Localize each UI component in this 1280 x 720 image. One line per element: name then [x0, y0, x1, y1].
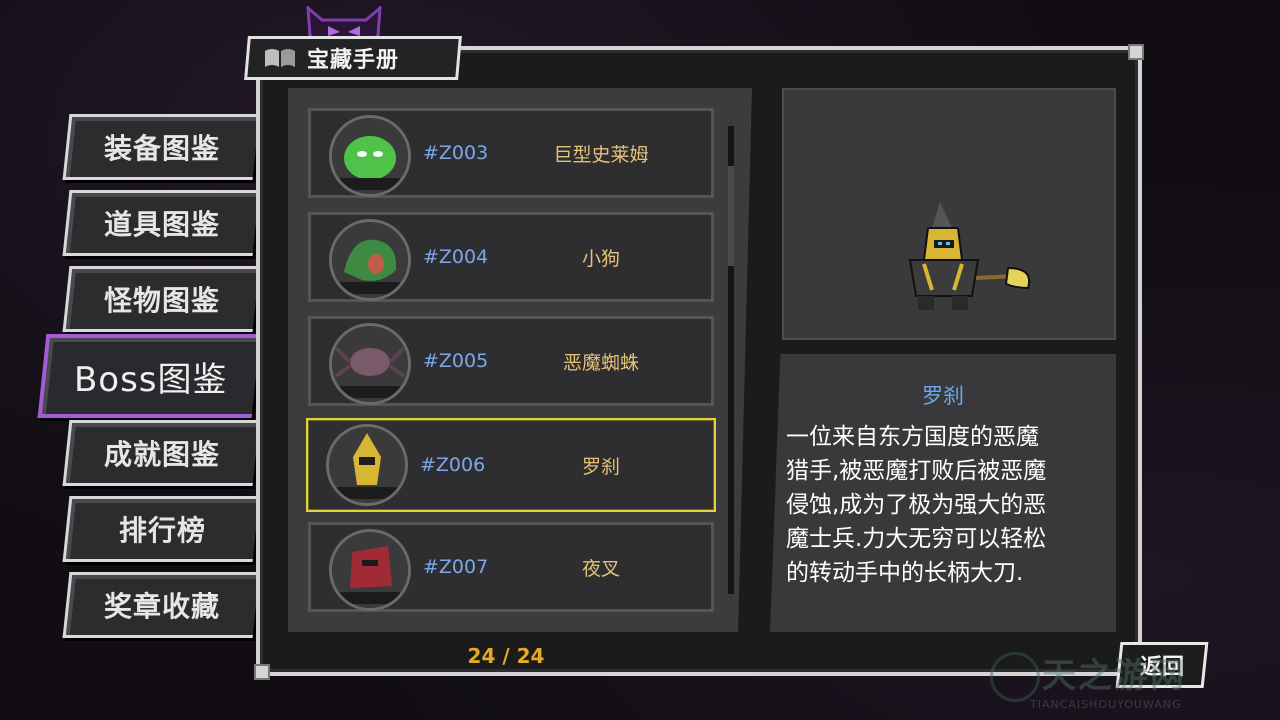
- boss-preview-box: [782, 88, 1116, 340]
- title-tab: 宝藏手册: [244, 36, 462, 80]
- frame-corner: [254, 664, 270, 680]
- yaksha-portrait-icon: [332, 532, 408, 608]
- boss-code: #Z003: [423, 142, 489, 164]
- boss-code: #Z006: [420, 454, 486, 476]
- boss-list-item[interactable]: #Z005 恶魔蜘蛛: [308, 316, 714, 406]
- menu-label: 装备图鉴: [104, 132, 221, 165]
- demon-spider-portrait-icon: [332, 326, 408, 402]
- menu-label: 成就图鉴: [104, 438, 221, 471]
- boss-code: #Z004: [423, 246, 489, 268]
- rakshasa-sprite-icon: [908, 202, 1030, 310]
- boss-slime-portrait-icon: [332, 118, 408, 194]
- list-scrollbar-thumb[interactable]: [728, 166, 734, 266]
- boss-portrait: [329, 323, 411, 405]
- boss-name: 夜叉: [581, 557, 620, 580]
- menu-achievement-codex[interactable]: 成就图鉴: [62, 420, 260, 486]
- menu-leaderboard[interactable]: 排行榜: [62, 496, 260, 562]
- boss-portrait: [329, 115, 411, 197]
- menu-boss-codex[interactable]: Boss图鉴: [37, 334, 261, 418]
- menu-label: 怪物图鉴: [104, 284, 221, 317]
- boss-portrait: [326, 424, 408, 506]
- menu-label: 奖章收藏: [104, 590, 221, 623]
- boss-name: 罗刹: [581, 455, 620, 478]
- boss-detail-description: 一位来自东方国度的恶魔 猎手,被恶魔打败后被恶魔 侵蚀,成为了极为强大的恶 魔士…: [786, 424, 1047, 586]
- menu-monster-codex[interactable]: 怪物图鉴: [62, 266, 260, 332]
- frame-corner: [1128, 44, 1144, 60]
- menu-label: 道具图鉴: [104, 208, 221, 241]
- menu-equipment-codex[interactable]: 装备图鉴: [62, 114, 260, 180]
- menu-label: 排行榜: [118, 514, 206, 547]
- boss-code: #Z005: [423, 350, 489, 372]
- menu-item-codex[interactable]: 道具图鉴: [62, 190, 260, 256]
- back-button[interactable]: 返回: [1115, 642, 1209, 688]
- boss-name: 小狗: [581, 247, 620, 270]
- menu-medal-collection[interactable]: 奖章收藏: [62, 572, 260, 638]
- rakshasa-portrait-icon: [329, 427, 405, 503]
- boss-list-item[interactable]: #Z007 夜叉: [308, 522, 714, 612]
- boss-detail-name: 罗刹: [922, 384, 964, 408]
- boss-portrait: [329, 529, 411, 611]
- boss-portrait: [329, 219, 411, 301]
- watermark-subtext: TIANCAISHOUYOUWANG: [1030, 698, 1182, 711]
- boss-name: 恶魔蜘蛛: [562, 351, 639, 374]
- boss-list-item[interactable]: #Z003 巨型史莱姆: [308, 108, 714, 198]
- boss-name: 巨型史莱姆: [553, 143, 649, 166]
- page-counter: 24 / 24: [467, 644, 545, 668]
- back-button-label: 返回: [1139, 655, 1184, 680]
- the-puppy-portrait-icon: [332, 222, 408, 298]
- boss-list-item-selected[interactable]: #Z006 罗刹: [306, 418, 716, 512]
- boss-list-item[interactable]: #Z004 小狗: [308, 212, 714, 302]
- menu-label: Boss图鉴: [74, 359, 228, 400]
- book-icon: [265, 49, 295, 67]
- page-title: 宝藏手册: [307, 48, 400, 73]
- boss-code: #Z007: [423, 556, 489, 578]
